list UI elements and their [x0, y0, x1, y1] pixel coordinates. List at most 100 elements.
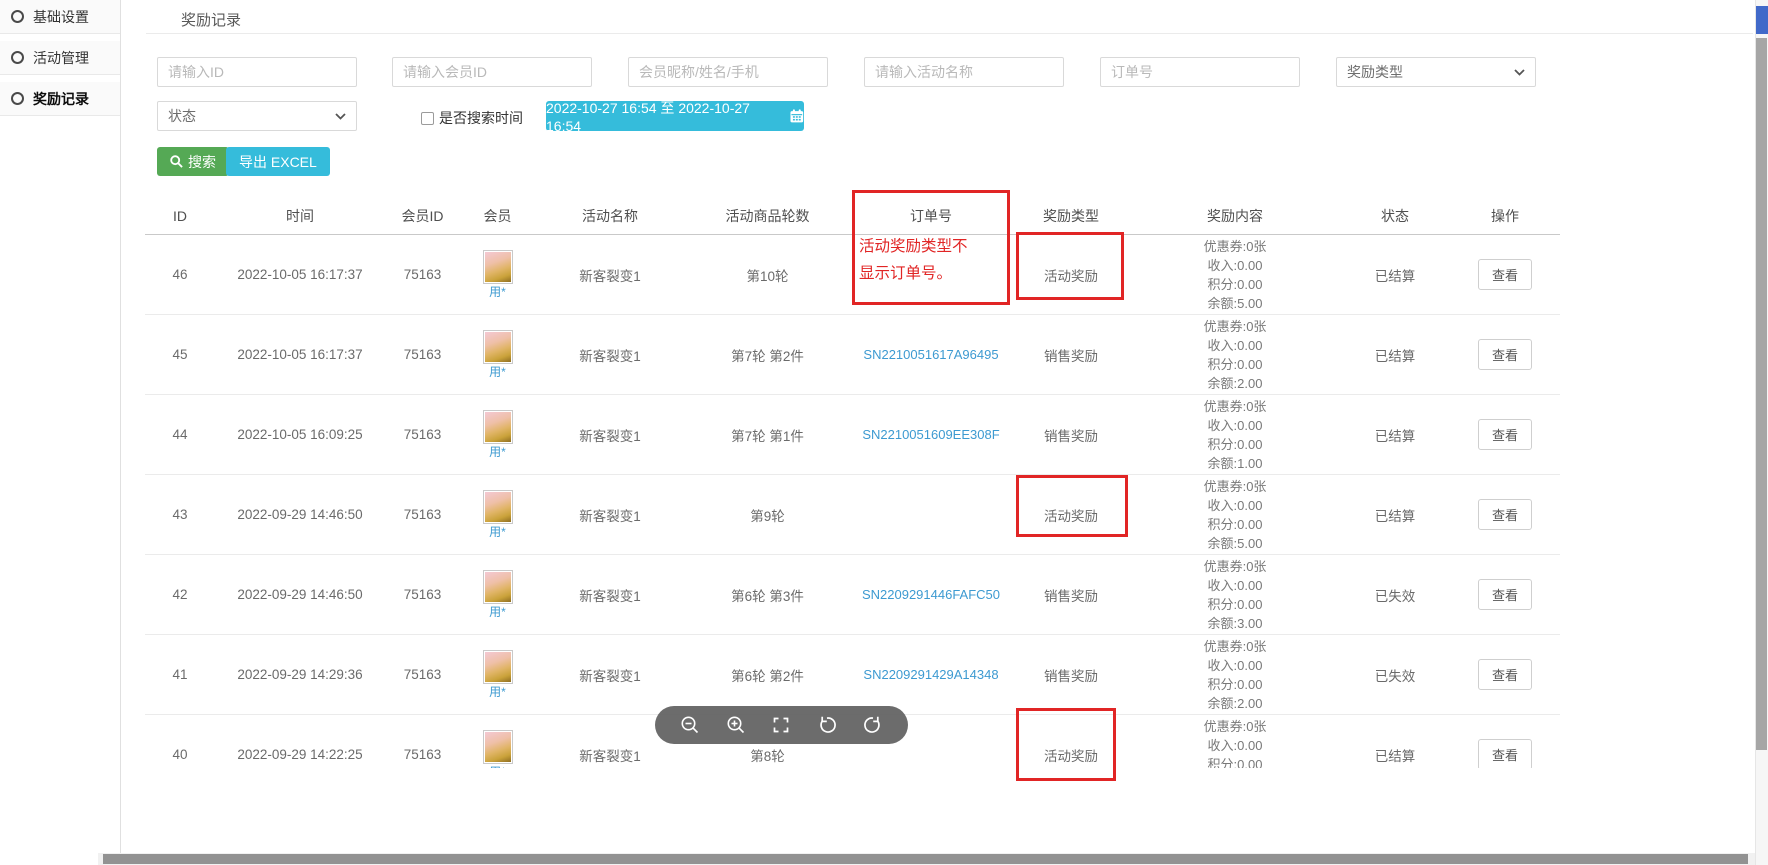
date-range-button[interactable]: 2022-10-27 16:54 至 2022-10-27 16:54: [546, 101, 804, 131]
avatar-image: [485, 732, 511, 762]
cell-time: 2022-10-05 16:09:25: [215, 395, 385, 475]
cell-action: 查看: [1450, 635, 1560, 715]
cell-reward-type: 销售奖励: [1012, 315, 1130, 395]
sidebar-item-activity-management[interactable]: 活动管理: [0, 41, 120, 75]
status-badge: 已结算: [1340, 235, 1450, 315]
cell-reward-content: 优惠券:0张 收入:0.00 积分:0.00 余额:5.00: [1130, 475, 1340, 555]
records-table: ID 时间 会员ID 会员 活动名称 活动商品轮数 订单号 奖励类型 奖励内容 …: [145, 203, 1560, 768]
view-button[interactable]: 查看: [1478, 339, 1532, 370]
cell-time: 2022-10-05 16:17:37: [215, 235, 385, 315]
cell-member: 用*: [460, 475, 535, 555]
id-input[interactable]: [157, 57, 357, 87]
cell-time: 2022-09-29 14:46:50: [215, 475, 385, 555]
member-id-input[interactable]: [392, 57, 592, 87]
zoom-out-icon[interactable]: [679, 714, 701, 736]
member-avatar[interactable]: [483, 330, 513, 364]
member-nickname: 用*: [460, 526, 535, 539]
member-avatar[interactable]: [483, 730, 513, 764]
col-reward-content: 奖励内容: [1130, 203, 1340, 235]
cell-id: 46: [145, 235, 215, 315]
member-avatar[interactable]: [483, 650, 513, 684]
sidebar-item-reward-records[interactable]: 奖励记录: [0, 82, 120, 116]
table-row: 46 2022-10-05 16:17:37 75163 用* 新客裂变1 第1…: [145, 235, 1560, 315]
cell-member: 用*: [460, 715, 535, 769]
search-time-checkbox-row[interactable]: 是否搜索时间: [421, 108, 523, 128]
status-badge: 已结算: [1340, 395, 1450, 475]
divider: [146, 33, 1753, 34]
calendar-icon: [790, 109, 804, 123]
avatar-image: [485, 572, 511, 602]
cell-activity: 新客裂变1: [535, 635, 685, 715]
cell-member-id: 75163: [385, 475, 460, 555]
member-nickname: 用*: [460, 606, 535, 619]
sidebar-item-basic-settings[interactable]: 基础设置: [0, 0, 120, 34]
cell-time: 2022-09-29 14:46:50: [215, 555, 385, 635]
cell-member: 用*: [460, 555, 535, 635]
cell-reward-type: 活动奖励: [1012, 475, 1130, 555]
member-avatar[interactable]: [483, 410, 513, 444]
cell-reward-content: 优惠券:0张 收入:0.00 积分:0.00 余额:2.00: [1130, 635, 1340, 715]
col-member-id: 会员ID: [385, 203, 460, 235]
order-number-input[interactable]: [1100, 57, 1300, 87]
view-button[interactable]: 查看: [1478, 579, 1532, 610]
status-select-value: 状态: [168, 106, 196, 126]
zoom-in-icon[interactable]: [725, 714, 747, 736]
member-nickname: 用*: [460, 286, 535, 299]
avatar-image: [485, 252, 511, 282]
table-row: 42 2022-09-29 14:46:50 75163 用* 新客裂变1 第6…: [145, 555, 1560, 635]
member-avatar[interactable]: [483, 250, 513, 284]
member-avatar[interactable]: [483, 570, 513, 604]
cell-order: SN2209291429A14348: [850, 635, 1012, 715]
view-button[interactable]: 查看: [1478, 499, 1532, 530]
col-round: 活动商品轮数: [685, 203, 850, 235]
cell-order: SN2210051617A96495: [850, 315, 1012, 395]
col-activity: 活动名称: [535, 203, 685, 235]
cell-reward-content: 优惠券:0张 收入:0.00 积分:0.00 余额:2.00: [1130, 315, 1340, 395]
cell-id: 43: [145, 475, 215, 555]
cell-reward-content: 优惠券:0张 收入:0.00 积分:0.00 余额:3.00: [1130, 555, 1340, 635]
cell-member: 用*: [460, 235, 535, 315]
member-nickname: 用*: [460, 686, 535, 699]
cell-order: SN2210051609EE308F: [850, 395, 1012, 475]
horizontal-scrollbar-thumb[interactable]: [103, 854, 1748, 864]
col-member: 会员: [460, 203, 535, 235]
search-button-label: 搜索: [188, 152, 216, 172]
member-nickname: 用*: [460, 766, 535, 768]
search-button[interactable]: 搜索: [157, 147, 229, 176]
cell-reward-content: 优惠券:0张 收入:0.00 积分:0.00 余额:5.00: [1130, 715, 1340, 769]
export-excel-button[interactable]: 导出 EXCEL: [226, 147, 330, 176]
cell-round: 第7轮 第1件: [685, 395, 850, 475]
cell-action: 查看: [1450, 235, 1560, 315]
fullscreen-icon[interactable]: [770, 714, 792, 736]
reward-type-select[interactable]: 奖励类型: [1336, 57, 1536, 87]
avatar-image: [485, 412, 511, 442]
cell-member-id: 75163: [385, 395, 460, 475]
cell-member-id: 75163: [385, 635, 460, 715]
cell-action: 查看: [1450, 475, 1560, 555]
member-avatar[interactable]: [483, 490, 513, 524]
cell-id: 40: [145, 715, 215, 769]
cell-member-id: 75163: [385, 715, 460, 769]
cell-action: 查看: [1450, 715, 1560, 769]
cell-activity: 新客裂变1: [535, 315, 685, 395]
vertical-scrollbar-thumb[interactable]: [1756, 38, 1767, 750]
rotate-right-icon[interactable]: [862, 714, 884, 736]
view-button[interactable]: 查看: [1478, 259, 1532, 290]
status-badge: 已失效: [1340, 555, 1450, 635]
order-link[interactable]: SN2209291446FAFC50: [862, 587, 1000, 602]
status-select[interactable]: 状态: [157, 101, 357, 131]
view-button[interactable]: 查看: [1478, 739, 1532, 768]
rotate-left-icon[interactable]: [816, 714, 838, 736]
table-header-row: ID 时间 会员ID 会员 活动名称 活动商品轮数 订单号 奖励类型 奖励内容 …: [145, 203, 1560, 235]
order-link[interactable]: SN2210051617A96495: [863, 347, 998, 362]
view-button[interactable]: 查看: [1478, 659, 1532, 690]
search-time-label: 是否搜索时间: [439, 108, 523, 128]
search-time-checkbox[interactable]: [421, 112, 434, 125]
member-name-input[interactable]: [628, 57, 828, 87]
cell-reward-content: 优惠券:0张 收入:0.00 积分:0.00 余额:5.00: [1130, 235, 1340, 315]
cell-round: 第7轮 第2件: [685, 315, 850, 395]
order-link[interactable]: SN2210051609EE308F: [862, 427, 999, 442]
order-link[interactable]: SN2209291429A14348: [863, 667, 998, 682]
view-button[interactable]: 查看: [1478, 419, 1532, 450]
activity-name-input[interactable]: [864, 57, 1064, 87]
